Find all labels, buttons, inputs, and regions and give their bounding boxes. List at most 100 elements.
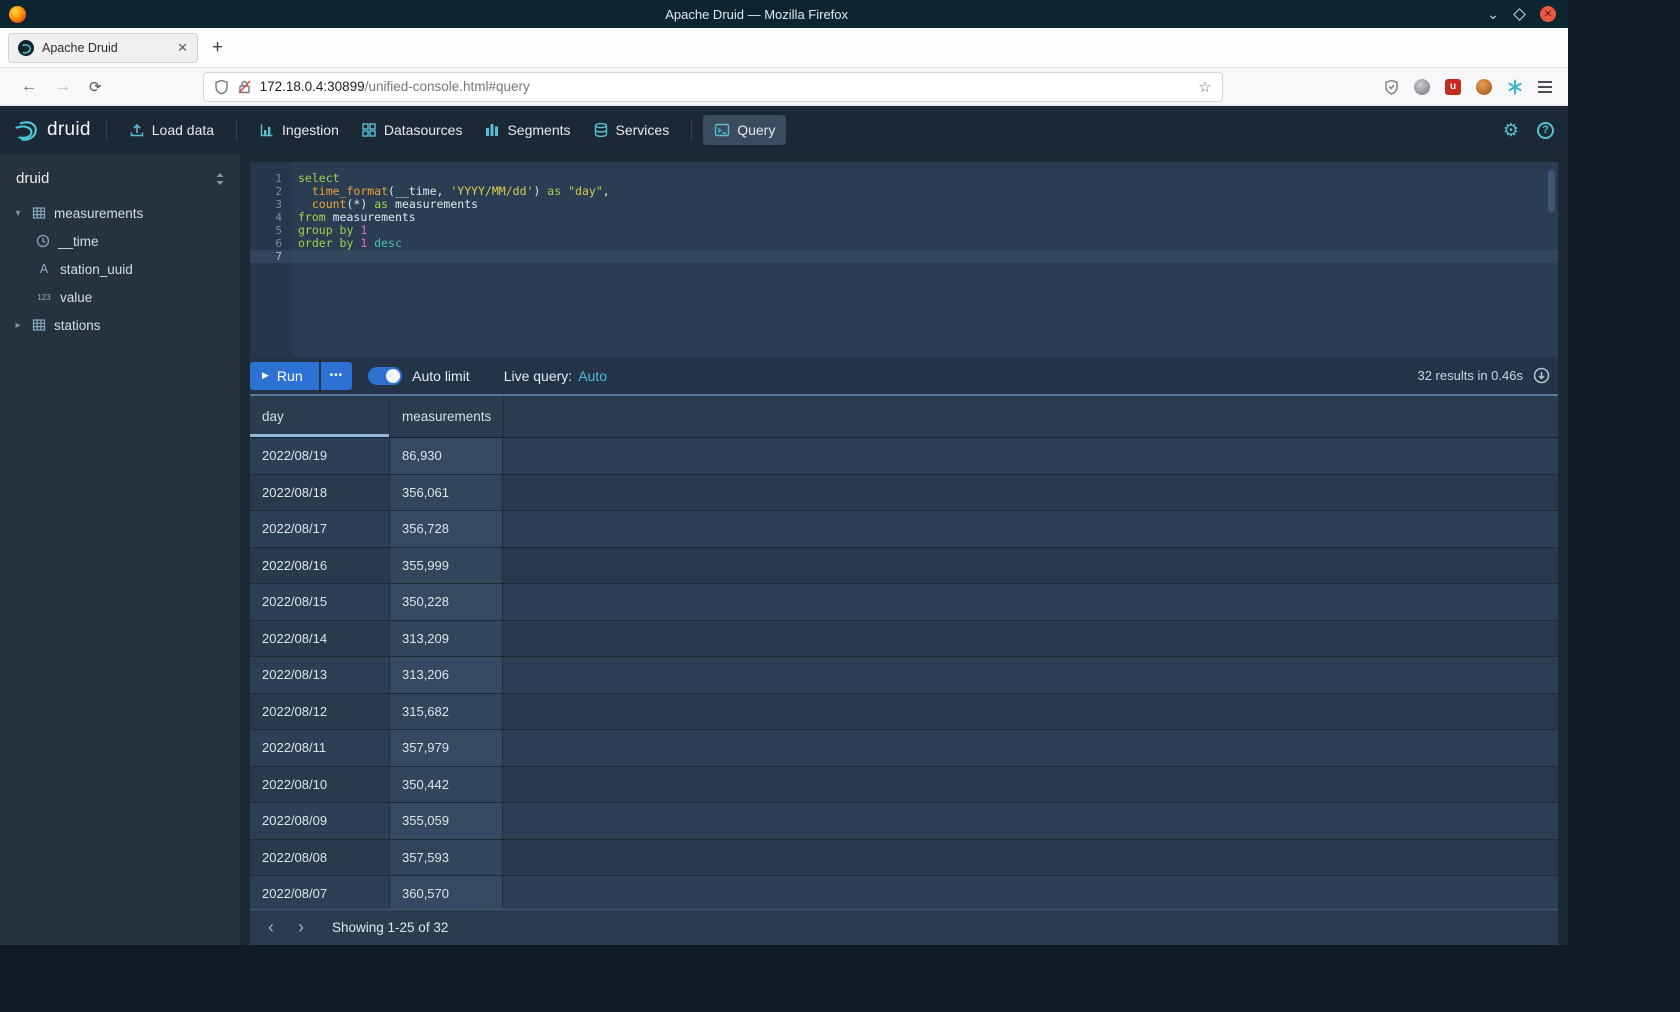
nav-ingestion[interactable]: Ingestion [248, 115, 350, 145]
editor-code[interactable]: select time_format(__time, 'YYYY/MM/dd')… [292, 162, 1558, 357]
table-cell[interactable]: 2022/08/14 [250, 621, 390, 657]
bookmark-star-icon[interactable]: ☆ [1198, 78, 1211, 96]
number-type-icon: 123 [36, 293, 52, 302]
druid-logo[interactable]: druid [14, 118, 91, 143]
url-path: /unified-console.html#query [365, 79, 530, 94]
tree-item-value[interactable]: 123 value [0, 283, 240, 311]
account-extension-icon[interactable] [1414, 79, 1430, 95]
line-number: 6 [250, 237, 292, 250]
column-header-filler [504, 396, 1558, 437]
table-row: 2022/08/10350,442 [250, 767, 1558, 804]
table-cell[interactable]: 313,209 [390, 621, 503, 657]
browser-tab[interactable]: Apache Druid ✕ [8, 33, 198, 63]
column-header-day[interactable]: day [250, 396, 390, 437]
schema-name: druid [16, 170, 49, 187]
forward-button[interactable]: → [55, 78, 71, 96]
table-cell [503, 694, 1558, 730]
auto-limit-toggle[interactable] [368, 367, 402, 385]
table-cell[interactable]: 350,228 [390, 584, 503, 620]
table-cell[interactable]: 360,570 [390, 876, 503, 909]
table-cell[interactable]: 355,999 [390, 548, 503, 584]
nav-segments[interactable]: Segments [473, 115, 581, 145]
table-cell[interactable]: 2022/08/17 [250, 511, 390, 547]
table-cell[interactable]: 355,059 [390, 803, 503, 839]
menu-icon[interactable] [1538, 81, 1552, 93]
code-line[interactable]: time_format(__time, 'YYYY/MM/dd') as "da… [292, 185, 1558, 198]
code-line[interactable]: from measurements [292, 211, 1558, 224]
table-cell[interactable]: 315,682 [390, 694, 503, 730]
nav-label: Query [737, 122, 775, 138]
editor-scrollbar[interactable] [1548, 170, 1555, 212]
datasources-icon [361, 122, 377, 138]
prev-page-icon[interactable]: ‹ [256, 914, 286, 942]
badger-extension-icon[interactable] [1476, 79, 1492, 95]
tree-item-station-uuid[interactable]: A station_uuid [0, 255, 240, 283]
back-button[interactable]: ← [21, 78, 37, 96]
code-line[interactable]: group by 1 [292, 224, 1558, 237]
pinwheel-extension-icon[interactable] [1507, 79, 1523, 95]
table-cell[interactable]: 2022/08/10 [250, 767, 390, 803]
new-tab-button[interactable]: + [212, 37, 223, 59]
live-query-value[interactable]: Auto [578, 368, 607, 384]
nav-query[interactable]: Query [703, 115, 786, 145]
download-icon[interactable] [1533, 367, 1550, 384]
tree-item-stations[interactable]: ▸ stations [0, 311, 240, 339]
table-cell[interactable]: 313,206 [390, 657, 503, 693]
reload-button[interactable]: ⟳ [89, 78, 102, 96]
double-caret-icon[interactable] [214, 172, 226, 186]
code-line[interactable]: order by 1 desc [292, 237, 1558, 250]
window-close-icon[interactable]: ✕ [1540, 6, 1556, 22]
url-host: 172.18.0.4:30899 [260, 79, 365, 94]
window-minimize-icon[interactable]: ⌄ [1487, 7, 1499, 21]
table-row: 2022/08/17356,728 [250, 511, 1558, 548]
tab-close-icon[interactable]: ✕ [177, 40, 188, 56]
table-cell[interactable]: 2022/08/08 [250, 840, 390, 876]
code-line[interactable]: count(*) as measurements [292, 198, 1558, 211]
schema-selector[interactable]: druid [0, 170, 240, 199]
sql-editor[interactable]: 1234567 select time_format(__time, 'YYYY… [250, 162, 1558, 357]
table-cell[interactable]: 357,593 [390, 840, 503, 876]
table-cell[interactable]: 356,061 [390, 475, 503, 511]
pocket-icon[interactable] [1384, 79, 1399, 95]
chevron-down-icon[interactable]: ▾ [12, 208, 24, 219]
code-line[interactable] [292, 250, 1558, 263]
nav-services[interactable]: Services [582, 115, 681, 145]
table-cell[interactable]: 2022/08/07 [250, 876, 390, 909]
line-number: 3 [250, 198, 292, 211]
nav-datasources[interactable]: Datasources [350, 115, 474, 145]
table-cell[interactable]: 2022/08/19 [250, 438, 390, 474]
table-cell[interactable]: 2022/08/12 [250, 694, 390, 730]
help-icon[interactable]: ? [1537, 122, 1554, 139]
ublock-extension-icon[interactable]: u [1445, 79, 1461, 95]
next-page-icon[interactable]: › [286, 914, 316, 942]
nav-load-data[interactable]: Load data [118, 115, 225, 145]
app-body: druid ▾ measurements __time A station_uu… [0, 154, 1568, 945]
table-cell[interactable]: 356,728 [390, 511, 503, 547]
run-button[interactable]: ▶ Run [250, 362, 319, 390]
table-cell[interactable]: 86,930 [390, 438, 503, 474]
table-cell [503, 803, 1558, 839]
table-row: 2022/08/09355,059 [250, 803, 1558, 840]
settings-gear-icon[interactable]: ⚙ [1503, 120, 1519, 141]
results-status: 32 results in 0.46s [1417, 368, 1523, 383]
table-cell[interactable]: 2022/08/18 [250, 475, 390, 511]
url-bar[interactable]: 172.18.0.4:30899/unified-console.html#qu… [203, 72, 1223, 102]
table-cell[interactable]: 2022/08/09 [250, 803, 390, 839]
insecure-lock-icon[interactable] [237, 79, 252, 95]
column-header-measurements[interactable]: measurements [390, 396, 504, 437]
table-cell[interactable]: 350,442 [390, 767, 503, 803]
table-cell[interactable]: 2022/08/13 [250, 657, 390, 693]
clock-icon [36, 234, 50, 248]
table-cell[interactable]: 2022/08/15 [250, 584, 390, 620]
query-panel: 1234567 select time_format(__time, 'YYYY… [250, 162, 1558, 945]
chevron-right-icon[interactable]: ▸ [12, 320, 24, 331]
window-maximize-icon[interactable] [1513, 8, 1526, 21]
table-cell[interactable]: 357,979 [390, 730, 503, 766]
run-more-button[interactable]: ••• [321, 362, 353, 390]
table-row: 2022/08/12315,682 [250, 694, 1558, 731]
shield-icon[interactable] [214, 79, 229, 95]
tree-item-measurements[interactable]: ▾ measurements [0, 199, 240, 227]
tree-item-time[interactable]: __time [0, 227, 240, 255]
table-cell[interactable]: 2022/08/11 [250, 730, 390, 766]
table-cell[interactable]: 2022/08/16 [250, 548, 390, 584]
